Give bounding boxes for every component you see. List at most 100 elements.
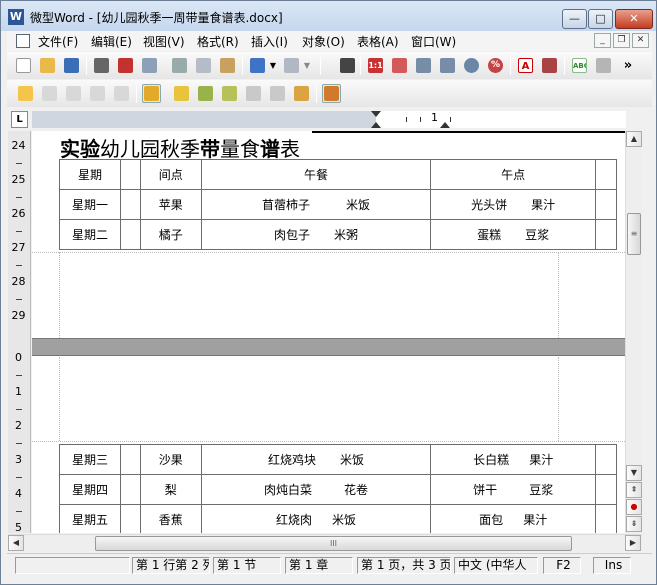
- browse-object-button[interactable]: ●: [626, 499, 642, 515]
- tab-selector[interactable]: L: [11, 111, 28, 128]
- paragraph-icon[interactable]: [540, 56, 559, 75]
- first-line-indent-marker[interactable]: [371, 111, 381, 117]
- empty-cell[interactable]: [595, 474, 617, 505]
- menu-object[interactable]: 对象(O): [302, 33, 345, 50]
- insert-table-icon[interactable]: [390, 56, 409, 75]
- day-cell[interactable]: 星期三: [59, 444, 121, 475]
- document-close-button[interactable]: ✕: [632, 33, 649, 48]
- reject-icon[interactable]: [220, 84, 239, 103]
- empty-cell[interactable]: [595, 219, 617, 250]
- day-cell[interactable]: 星期二: [59, 219, 121, 250]
- close-button[interactable]: ✕: [615, 9, 653, 29]
- duplicate-page-icon[interactable]: [88, 84, 107, 103]
- status-f2-mode[interactable]: F2: [543, 557, 581, 574]
- normal-view-icon[interactable]: [414, 56, 433, 75]
- status-insert-mode[interactable]: Ins: [593, 557, 631, 574]
- header-cell[interactable]: 午餐: [200, 159, 432, 190]
- lunch-cell[interactable]: 红烧鸡块 米饭: [200, 444, 432, 475]
- lunch-cell[interactable]: 肉炖白菜 花卷: [200, 474, 432, 505]
- header-cell[interactable]: 间点: [139, 159, 202, 190]
- empty-cell[interactable]: [119, 474, 141, 505]
- horizontal-scroll-thumb[interactable]: III: [95, 536, 572, 551]
- menu-table[interactable]: 表格(A): [357, 33, 399, 50]
- maximize-button[interactable]: □: [588, 9, 613, 29]
- day-cell[interactable]: 星期五: [59, 504, 121, 533]
- highlight-icon[interactable]: [172, 84, 191, 103]
- empty-cell[interactable]: [119, 504, 141, 533]
- menu-insert[interactable]: 插入(I): [251, 33, 288, 50]
- menu-window[interactable]: 窗口(W): [411, 33, 456, 50]
- find-icon[interactable]: [338, 56, 357, 75]
- afternoon-cell[interactable]: 面包 果汁: [430, 504, 597, 533]
- horizontal-ruler[interactable]: 1: [32, 111, 626, 128]
- save-icon[interactable]: [62, 56, 81, 75]
- empty-cell[interactable]: [595, 444, 617, 475]
- header-cell[interactable]: 午点: [430, 159, 597, 190]
- previous-page-button[interactable]: ⇞: [626, 482, 642, 498]
- menu-format[interactable]: 格式(R): [197, 33, 239, 50]
- afternoon-cell[interactable]: 长白糕 果汁: [430, 444, 597, 475]
- lunch-cell[interactable]: 肉包子 米粥: [200, 219, 432, 250]
- redo-dropdown-icon[interactable]: ▼: [302, 56, 312, 75]
- menu-table-page2[interactable]: 星期三 沙果 红烧鸡块 米饭 长白糕 果汁 星期四 梨 肉炖白菜 花卷 饼干 豆浆 星期…: [59, 444, 617, 533]
- menu-view[interactable]: 视图(V): [143, 33, 185, 50]
- track-changes-icon[interactable]: [142, 84, 161, 103]
- lunch-cell[interactable]: 红烧肉 米饭: [200, 504, 432, 533]
- menu-edit[interactable]: 编辑(E): [91, 33, 132, 50]
- word-app-icon[interactable]: W: [8, 9, 24, 25]
- font-color-icon[interactable]: A: [516, 56, 535, 75]
- empty-cell[interactable]: [595, 504, 617, 533]
- scroll-up-button[interactable]: ▲: [626, 131, 642, 147]
- print-icon[interactable]: [92, 56, 111, 75]
- new-page-icon[interactable]: [16, 84, 35, 103]
- document-canvas[interactable]: 实验幼儿园秋季带量食谱表 星期 间点 午餐 午点 星期一 苹果 苜蓿柿子 米饭 光…: [32, 131, 625, 533]
- header-cell[interactable]: [595, 159, 617, 190]
- redo-icon[interactable]: [282, 56, 301, 75]
- day-cell[interactable]: 星期四: [59, 474, 121, 505]
- undo-dropdown-icon[interactable]: ▼: [268, 56, 278, 75]
- vertical-scrollbar[interactable]: ▲ ≡ ▼ ⇞ ● ⇟: [625, 131, 642, 533]
- pdf-export-icon[interactable]: [116, 56, 135, 75]
- zoom-percent-icon[interactable]: %: [486, 56, 505, 75]
- page-view-icon[interactable]: 1:1: [366, 56, 385, 75]
- snack-cell[interactable]: 沙果: [139, 444, 202, 475]
- empty-cell[interactable]: [119, 189, 141, 220]
- menu-table-page1[interactable]: 星期 间点 午餐 午点 星期一 苹果 苜蓿柿子 米饭 光头饼 果汁 星期二 橘子 肉…: [59, 159, 617, 250]
- empty-cell[interactable]: [595, 189, 617, 220]
- delete-page-icon[interactable]: [64, 84, 83, 103]
- copy-icon[interactable]: [194, 56, 213, 75]
- snack-cell[interactable]: 苹果: [139, 189, 202, 220]
- open-folder-icon[interactable]: [38, 56, 57, 75]
- next-change-icon[interactable]: [292, 84, 311, 103]
- empty-cell[interactable]: [119, 444, 141, 475]
- page-properties-icon[interactable]: [112, 84, 131, 103]
- document-menu-icon[interactable]: [16, 34, 30, 48]
- scroll-right-button[interactable]: ▶: [625, 535, 641, 551]
- paste-icon[interactable]: [218, 56, 237, 75]
- document-title[interactable]: 实验幼儿园秋季带量食谱表: [60, 133, 300, 162]
- empty-cell[interactable]: [119, 219, 141, 250]
- comment-icon[interactable]: [268, 84, 287, 103]
- print-preview-icon[interactable]: [140, 56, 159, 75]
- next-page-button[interactable]: ⇟: [626, 516, 642, 532]
- zoom-icon[interactable]: [462, 56, 481, 75]
- right-indent-marker[interactable]: [440, 122, 450, 128]
- vertical-scroll-thumb[interactable]: ≡: [627, 213, 641, 255]
- accept-icon[interactable]: [196, 84, 215, 103]
- scroll-down-button[interactable]: ▼: [626, 465, 642, 481]
- undo-icon[interactable]: [248, 56, 267, 75]
- vertical-ruler[interactable]: 24 25 26 27 28 29 0 1 2 3 4 5: [8, 131, 31, 533]
- scroll-left-button[interactable]: ◀: [8, 535, 24, 551]
- snack-cell[interactable]: 橘子: [139, 219, 202, 250]
- afternoon-cell[interactable]: 蛋糕 豆浆: [430, 219, 597, 250]
- afternoon-cell[interactable]: 光头饼 果汁: [430, 189, 597, 220]
- menu-file[interactable]: 文件(F): [38, 33, 78, 50]
- snack-cell[interactable]: 梨: [139, 474, 202, 505]
- new-document-icon[interactable]: [14, 56, 33, 75]
- status-language[interactable]: 中文 (中华人: [454, 557, 538, 574]
- word-count-icon[interactable]: [594, 56, 613, 75]
- afternoon-cell[interactable]: 饼干 豆浆: [430, 474, 597, 505]
- header-cell[interactable]: [119, 159, 141, 190]
- minimize-button[interactable]: —: [562, 9, 587, 29]
- previous-change-icon[interactable]: [244, 84, 263, 103]
